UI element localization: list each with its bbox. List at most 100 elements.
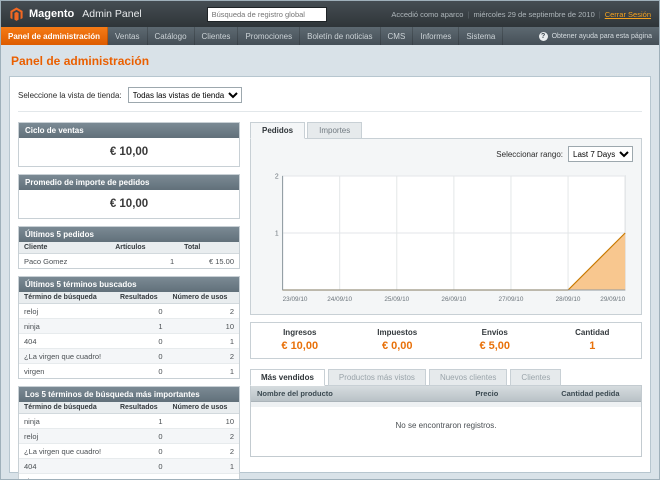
average-orders-box: Promedio de importe de pedidos € 10,00 [18,174,240,219]
box-title: Promedio de importe de pedidos [19,175,239,190]
column-header: Número de usos [168,292,239,304]
help-icon: ? [539,32,548,41]
box-title: Últimos 5 pedidos [19,227,239,242]
stat-envios: Envíos € 5,00 [446,328,544,352]
magento-logo-icon [9,7,24,22]
search-term-row[interactable]: reloj 0 2 [19,304,239,319]
column-header: Cantidad pedida [555,386,641,402]
lifetime-sales-value: € 10,00 [19,138,239,166]
column-header: Resultados [115,402,168,414]
left-column: Ciclo de ventas € 10,00 Promedio de impo… [18,122,240,480]
brand-name: Magento [29,8,74,20]
nav-item-newsletter[interactable]: Boletín de noticias [300,27,380,45]
lifetime-sales-box: Ciclo de ventas € 10,00 [18,122,240,167]
search-term-row[interactable]: virge 0 1 [19,474,239,480]
tab-mas-vendidos[interactable]: Más vendidos [250,369,325,386]
bestsellers-grid: Nombre del producto Precio Cantidad pedi… [250,385,642,457]
column-header: Precio [469,386,555,402]
empty-grid-message: No se encontraron registros. [251,407,641,456]
box-title: Ciclo de ventas [19,123,239,138]
tab-productos-mas-vistos[interactable]: Productos más vistos [328,369,426,386]
store-view-select[interactable]: Todas las vistas de tienda [128,87,242,103]
totals-bar: Ingresos € 10,00 Impuestos € 0,00 Envíos… [250,322,642,359]
top-bar: Magento Admin Panel Accedió como aparco … [1,1,659,27]
product-tabs: Más vendidos Productos más vistos Nuevos… [250,369,642,386]
search-term-row[interactable]: ninja 1 10 [19,414,239,429]
search-term-row[interactable]: ¿La virgen que cuadro! 0 2 [19,349,239,364]
empty-row: No se encontraron registros. [251,407,641,456]
column-header: Resultados [115,292,168,304]
svg-text:28/09/10: 28/09/10 [556,296,581,303]
stat-impuestos: Impuestos € 0,00 [349,328,447,352]
last-search-terms-box: Últimos 5 términos buscados Término de b… [18,276,240,379]
column-header: Término de búsqueda [19,292,115,304]
store-switcher: Seleccione la vista de tienda: Todas las… [18,85,642,112]
range-selector: Seleccionar rango: Last 7 Days [257,145,635,168]
nav-item-system[interactable]: Sistema [459,27,503,45]
tab-clientes[interactable]: Clientes [510,369,561,386]
page-title: Panel de administración [11,54,651,68]
svg-text:24/09/10: 24/09/10 [327,296,352,303]
nav-item-customers[interactable]: Clientes [195,27,239,45]
logout-link[interactable]: Cerrar Sesión [605,10,651,19]
tab-pedidos[interactable]: Pedidos [250,122,305,139]
search-term-row[interactable]: 404 0 1 [19,459,239,474]
global-search [142,7,392,22]
global-search-input[interactable] [207,7,327,22]
main-nav: Panel de administración Ventas Catálogo … [1,27,659,45]
svg-text:29/09/10: 29/09/10 [600,296,625,303]
top-search-terms-box: Los 5 términos de búsqueda más important… [18,386,240,480]
magento-admin-window: Magento Admin Panel Accedió como aparco … [0,0,660,480]
search-term-row[interactable]: ninja 1 10 [19,319,239,334]
chart-tabs: Pedidos Importes [250,122,642,139]
nav-item-dashboard[interactable]: Panel de administración [1,27,108,45]
content-area: Panel de administración Seleccione la vi… [1,45,659,479]
last-orders-box: Últimos 5 pedidos Cliente Artículos Tota… [18,226,240,269]
last-orders-table: Cliente Artículos Total Paco Gomez 1 € 1… [19,242,239,268]
help-label: Obtener ayuda para esta página [552,33,652,40]
column-header: Cliente [19,242,110,254]
svg-text:1: 1 [275,230,279,237]
nav-item-catalog[interactable]: Catálogo [148,27,195,45]
svg-text:26/09/10: 26/09/10 [441,296,466,303]
brand-subtitle: Admin Panel [82,8,142,20]
nav-item-sales[interactable]: Ventas [108,27,147,45]
box-title: Los 5 términos de búsqueda más important… [19,387,239,402]
page-help-link[interactable]: ? Obtener ayuda para esta página [532,27,659,45]
orders-chart-panel: Seleccionar rango: Last 7 Days 23/09/102… [250,138,642,315]
svg-text:25/09/10: 25/09/10 [384,296,409,303]
nav-item-promotions[interactable]: Promociones [238,27,300,45]
column-header: Total [179,242,239,254]
separator: | [599,10,601,19]
right-column: Pedidos Importes Seleccionar rango: Last… [250,122,642,480]
order-row[interactable]: Paco Gomez 1 € 15.00 [19,254,239,269]
tab-importes[interactable]: Importes [307,122,362,139]
current-date: miércoles 29 de septiembre de 2010 [473,10,594,19]
brand: Magento Admin Panel [9,7,142,22]
stat-cantidad: Cantidad 1 [544,328,642,352]
average-orders-value: € 10,00 [19,190,239,218]
orders-chart: 23/09/10 24/09/10 25/09/10 26/09/10 27/09/10… [257,168,635,308]
separator: | [467,10,469,19]
search-term-row[interactable]: virgen 0 1 [19,364,239,379]
last-search-terms-table: Término de búsqueda Resultados Número de… [19,292,239,378]
logged-in-as: Accedió como aparco [391,10,463,19]
box-title: Últimos 5 términos buscados [19,277,239,292]
column-header: Número de usos [168,402,239,414]
search-term-row[interactable]: 404 0 1 [19,334,239,349]
date-range-select[interactable]: Last 7 Days [568,146,633,162]
nav-item-cms[interactable]: CMS [381,27,414,45]
svg-text:23/09/10: 23/09/10 [283,296,308,303]
column-header: Artículos [110,242,179,254]
column-header: Término de búsqueda [19,402,115,414]
column-header: Nombre del producto [251,386,469,402]
store-switcher-label: Seleccione la vista de tienda: [18,91,122,100]
tab-nuevos-clientes[interactable]: Nuevos clientes [429,369,507,386]
svg-text:2: 2 [275,173,279,180]
svg-text:27/09/10: 27/09/10 [499,296,524,303]
session-info: Accedió como aparco | miércoles 29 de se… [391,10,651,19]
range-label: Seleccionar rango: [496,150,563,159]
nav-item-reports[interactable]: Informes [413,27,459,45]
search-term-row[interactable]: ¿La virgen que cuadro! 0 2 [19,444,239,459]
search-term-row[interactable]: reloj 0 2 [19,429,239,444]
